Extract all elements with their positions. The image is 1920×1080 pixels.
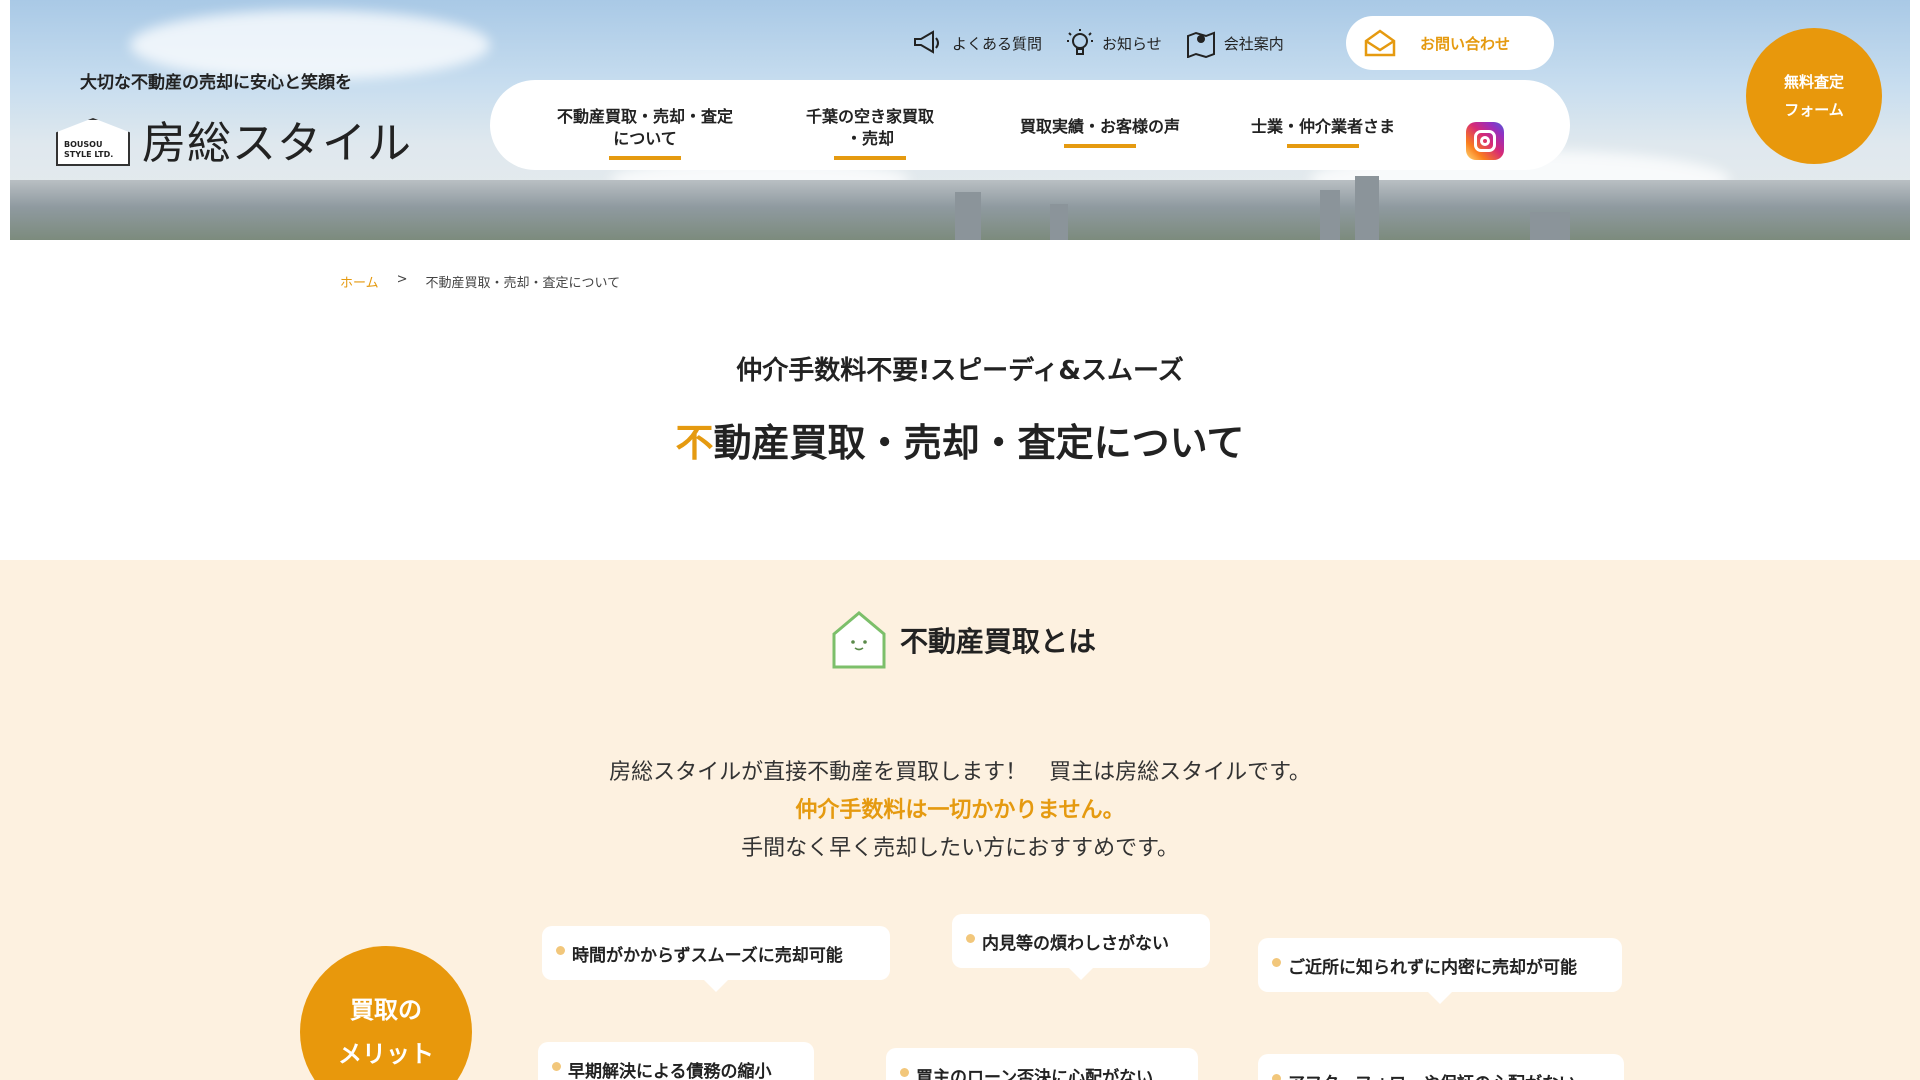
util-link-news[interactable]: お知らせ <box>1066 28 1162 58</box>
lightbulb-icon <box>1067 29 1094 55</box>
section-intro: 房総スタイルが直接不動産を買取します！ 買主は房総スタイルです。 仲介手数料は一… <box>0 754 1920 868</box>
merit-bubble: アフターフォローや保証の心配がない <box>1258 1054 1624 1080</box>
logo-house-mark: BOUSOU STYLE LTD. <box>56 108 130 166</box>
site-tagline: 大切な不動産の売却に安心と笑顔を <box>80 73 352 93</box>
nav-item-partners[interactable]: 士業・仲介業者さま <box>1238 116 1408 148</box>
page-subtitle: 仲介手数料不要!スピーディ&スムーズ <box>736 356 1184 386</box>
mail-icon <box>1364 29 1396 57</box>
section-heading-label: 不動産買取とは <box>900 625 1097 658</box>
nav-underline <box>609 156 681 160</box>
breadcrumb: ホーム > 不動産買取・売却・査定について <box>340 272 620 291</box>
nav-item-label: 士業・仲介業者さま <box>1250 117 1395 136</box>
nav-item-akiya[interactable]: 千葉の空き家買取 ・売却 <box>790 106 950 160</box>
map-pin-icon <box>1186 31 1215 58</box>
house-icon <box>832 611 886 669</box>
merit-bubble: 買主のローン否決に心配がない <box>886 1048 1198 1080</box>
nav-underline <box>834 156 906 160</box>
intro-line: 房総スタイルが直接不動産を買取します！ 買主は房総スタイルです。 <box>609 760 1311 785</box>
nav-item-buy-sell[interactable]: 不動産買取・売却・査定 について <box>550 106 740 160</box>
main-nav: 不動産買取・売却・査定 について 千葉の空き家買取 ・売却 買取実績・お客様の声… <box>490 80 1570 170</box>
logo-mark-text: BOUSOU STYLE LTD. <box>64 140 114 159</box>
breadcrumb-home-link[interactable]: ホーム <box>340 272 379 291</box>
page-title-rest: 動産買取・売却・査定について <box>713 421 1245 465</box>
nav-item-label: ・売却 <box>845 129 894 148</box>
merit-bubble: 内見等の煩わしさがない <box>952 914 1210 980</box>
section-heading: 不動産買取とは <box>830 610 1096 670</box>
city-skyline <box>10 176 1910 240</box>
util-link-company[interactable]: 会社案内 <box>1186 28 1284 58</box>
nav-item-label: 買取実績・お客様の声 <box>1019 117 1180 136</box>
util-link-label: 会社案内 <box>1223 34 1284 53</box>
breadcrumb-current: 不動産買取・売却・査定について <box>425 276 621 291</box>
free-assessment-form-button[interactable]: 無料査定 フォーム <box>1746 28 1882 164</box>
merit-bubble: 早期解決による債務の縮小 <box>538 1042 814 1080</box>
nav-item-results[interactable]: 買取実績・お客様の声 <box>1010 116 1190 148</box>
contact-button[interactable]: お問い合わせ <box>1346 16 1554 70</box>
utility-nav: よくある質問 お知らせ 会社案内 <box>912 28 1308 58</box>
merit-bubble: ご近所に知られずに内密に売却が可能 <box>1258 938 1622 1004</box>
contact-label: お問い合わせ <box>1420 34 1511 53</box>
page-title: 不動産買取・売却・査定について <box>0 412 1920 467</box>
logo-name: 房総スタイル <box>142 118 412 169</box>
instagram-icon[interactable] <box>1466 122 1504 160</box>
megaphone-icon <box>914 30 939 54</box>
nav-item-label: 千葉の空き家買取 <box>805 107 934 126</box>
page-title-accent: 不 <box>675 421 714 465</box>
intro-line: 手間なく早く売却したい方におすすめです。 <box>741 836 1179 861</box>
util-link-faq[interactable]: よくある質問 <box>912 30 1042 56</box>
breadcrumb-separator: > <box>396 272 408 287</box>
nav-underline <box>1287 144 1359 148</box>
nav-item-label: 不動産買取・売却・査定 <box>556 107 733 126</box>
merit-bubble: 時間がかからずスムーズに売却可能 <box>542 926 890 992</box>
util-link-label: よくある質問 <box>952 34 1043 53</box>
site-logo[interactable]: BOUSOU STYLE LTD. 房総スタイル <box>56 108 412 166</box>
util-link-label: お知らせ <box>1102 34 1162 53</box>
nav-underline <box>1064 144 1136 148</box>
intro-highlight: 仲介手数料は一切かかりません。 <box>795 798 1125 823</box>
nav-item-label: について <box>613 129 677 148</box>
